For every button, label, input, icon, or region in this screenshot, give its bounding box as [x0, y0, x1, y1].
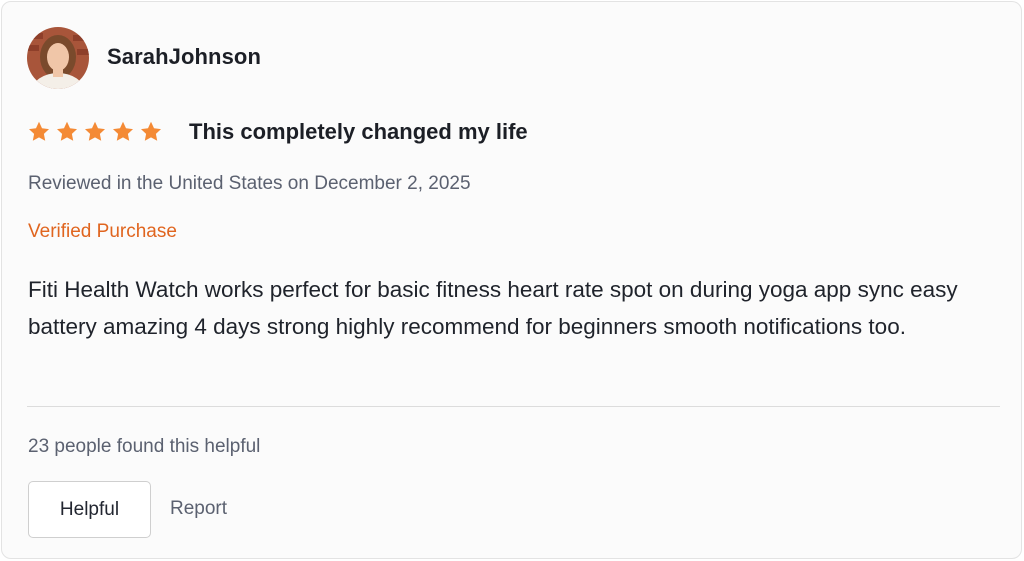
star-icon — [113, 121, 133, 141]
verified-purchase-badge: Verified Purchase — [28, 221, 177, 242]
rating-row: This completely changed my life — [27, 116, 528, 148]
avatar-photo — [27, 27, 89, 89]
divider — [27, 406, 1000, 407]
review-card: SarahJohnson This completely changed my … — [1, 1, 1022, 559]
username: SarahJohnson — [107, 44, 262, 69]
star-icon — [85, 121, 105, 141]
report-link[interactable]: Report — [170, 498, 227, 520]
helpful-count: 23 people found this helpful — [28, 436, 261, 457]
star-icon — [141, 121, 161, 141]
star-icon — [29, 121, 49, 141]
star-rating — [27, 120, 163, 144]
review-date: Reviewed in the United States on Decembe… — [28, 173, 471, 194]
avatar — [27, 27, 89, 89]
helpful-button[interactable]: Helpful — [28, 481, 151, 538]
review-title: This completely changed my life — [189, 119, 528, 144]
review-text: Fiti Health Watch works perfect for basi… — [28, 277, 958, 339]
star-icon — [57, 121, 77, 141]
